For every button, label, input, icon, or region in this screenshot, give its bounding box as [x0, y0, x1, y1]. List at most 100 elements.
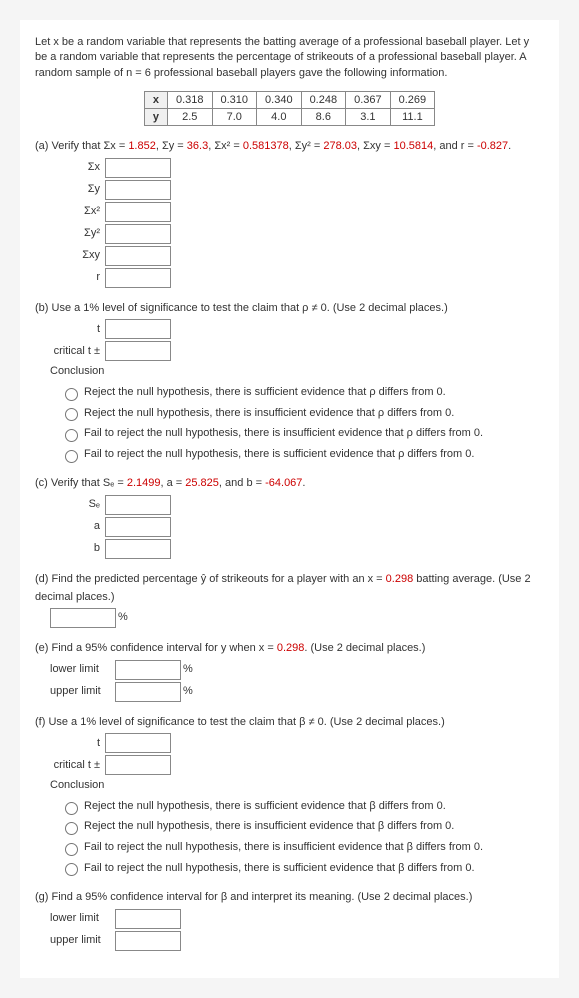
e-ul-pct: % — [183, 683, 193, 701]
a-v6: -0.827 — [477, 140, 508, 152]
part-d: (d) Find the predicted percentage ŷ of s… — [35, 571, 544, 628]
b-opt-1: Reject the null hypothesis, there is ins… — [84, 405, 454, 423]
a-text: (a) Verify that Σx = — [35, 140, 128, 152]
input-a[interactable] — [105, 517, 171, 537]
c-pre: (c) Verify that Sₑ = — [35, 477, 127, 489]
label-sx2: Σx² — [50, 203, 100, 221]
label-b-t: t — [50, 321, 100, 339]
label-b-crit: critical t ± — [50, 343, 100, 361]
problem-intro: Let x be a random variable that represen… — [35, 35, 544, 81]
input-b-t[interactable] — [105, 319, 171, 339]
f-opt-3: Fail to reject the null hypothesis, ther… — [84, 860, 475, 878]
label-g-ul: upper limit — [50, 932, 110, 950]
x-0: 0.318 — [167, 92, 212, 109]
input-b[interactable] — [105, 539, 171, 559]
radio-b-0[interactable] — [65, 388, 78, 401]
c-v1: 2.1499 — [127, 477, 161, 489]
x-2: 0.340 — [257, 92, 302, 109]
a-v1: 1.852 — [128, 140, 156, 152]
label-se: Sₑ — [50, 496, 100, 514]
input-sx2[interactable] — [105, 202, 171, 222]
a-v4: 278.03 — [323, 140, 357, 152]
y-1: 7.0 — [212, 109, 257, 126]
c-t3: , and b = — [219, 477, 265, 489]
input-sxy[interactable] — [105, 246, 171, 266]
row-x-label: x — [144, 92, 167, 109]
label-f-crit: critical t ± — [50, 757, 100, 775]
label-r: r — [50, 269, 100, 287]
input-d[interactable] — [50, 608, 116, 628]
y-3: 8.6 — [301, 109, 346, 126]
part-g: (g) Find a 95% confidence interval for β… — [35, 889, 544, 951]
label-b: b — [50, 540, 100, 558]
part-f: (f) Use a 1% level of significance to te… — [35, 714, 544, 878]
x-5: 0.269 — [390, 92, 435, 109]
input-e-ll[interactable] — [115, 660, 181, 680]
b-opt-0: Reject the null hypothesis, there is suf… — [84, 384, 446, 402]
label-sx: Σx — [50, 159, 100, 177]
label-a: a — [50, 518, 100, 536]
a-t2: , Σy = — [156, 140, 187, 152]
b-opt-3: Fail to reject the null hypothesis, ther… — [84, 446, 474, 464]
d-pct: % — [118, 609, 128, 627]
e-ll-pct: % — [183, 661, 193, 679]
label-sy: Σy — [50, 181, 100, 199]
input-f-t[interactable] — [105, 733, 171, 753]
radio-f-0[interactable] — [65, 802, 78, 815]
x-1: 0.310 — [212, 92, 257, 109]
input-g-ll[interactable] — [115, 909, 181, 929]
d-pre: (d) Find the predicted percentage ŷ of s… — [35, 573, 386, 585]
a-v5: 10.5814 — [393, 140, 433, 152]
radio-f-1[interactable] — [65, 822, 78, 835]
b-opt-2: Fail to reject the null hypothesis, ther… — [84, 425, 483, 443]
c-t2: , a = — [160, 477, 185, 489]
radio-b-3[interactable] — [65, 450, 78, 463]
label-sxy: Σxy — [50, 247, 100, 265]
input-b-crit[interactable] — [105, 341, 171, 361]
e-v: 0.298 — [277, 642, 305, 654]
x-4: 0.367 — [346, 92, 391, 109]
radio-f-2[interactable] — [65, 843, 78, 856]
input-f-crit[interactable] — [105, 755, 171, 775]
label-e-ul: upper limit — [50, 683, 110, 701]
b-text: (b) Use a 1% level of significance to te… — [35, 300, 544, 318]
part-b: (b) Use a 1% level of significance to te… — [35, 300, 544, 464]
label-g-ll: lower limit — [50, 910, 110, 928]
d-v: 0.298 — [386, 573, 414, 585]
f-opt-2: Fail to reject the null hypothesis, ther… — [84, 839, 483, 857]
input-r[interactable] — [105, 268, 171, 288]
radio-b-2[interactable] — [65, 429, 78, 442]
input-sy[interactable] — [105, 180, 171, 200]
y-2: 4.0 — [257, 109, 302, 126]
a-t3: , Σx² = — [208, 140, 243, 152]
c-v3: -64.067 — [265, 477, 302, 489]
a-v2: 36.3 — [187, 140, 208, 152]
input-e-ul[interactable] — [115, 682, 181, 702]
part-c: (c) Verify that Sₑ = 2.1499, a = 25.825,… — [35, 475, 544, 559]
y-5: 11.1 — [390, 109, 435, 126]
label-e-ll: lower limit — [50, 661, 110, 679]
label-f-t: t — [50, 735, 100, 753]
row-y-label: y — [144, 109, 167, 126]
a-v3: 0.581378 — [243, 140, 289, 152]
label-sy2: Σy² — [50, 225, 100, 243]
e-pre: (e) Find a 95% confidence interval for y… — [35, 642, 277, 654]
g-text: (g) Find a 95% confidence interval for β… — [35, 889, 544, 907]
f-text: (f) Use a 1% level of significance to te… — [35, 714, 544, 732]
y-4: 3.1 — [346, 109, 391, 126]
a-t7: . — [508, 140, 511, 152]
input-g-ul[interactable] — [115, 931, 181, 951]
input-sx[interactable] — [105, 158, 171, 178]
f-opt-1: Reject the null hypothesis, there is ins… — [84, 818, 454, 836]
input-se[interactable] — [105, 495, 171, 515]
input-sy2[interactable] — [105, 224, 171, 244]
radio-b-1[interactable] — [65, 408, 78, 421]
radio-f-3[interactable] — [65, 863, 78, 876]
f-opt-0: Reject the null hypothesis, there is suf… — [84, 798, 446, 816]
data-table: x 0.3180.3100.3400.2480.3670.269 y 2.57.… — [144, 91, 435, 126]
x-3: 0.248 — [301, 92, 346, 109]
c-v2: 25.825 — [185, 477, 219, 489]
a-t4: , Σy² = — [289, 140, 324, 152]
e-post: . (Use 2 decimal places.) — [304, 642, 425, 654]
y-0: 2.5 — [167, 109, 212, 126]
